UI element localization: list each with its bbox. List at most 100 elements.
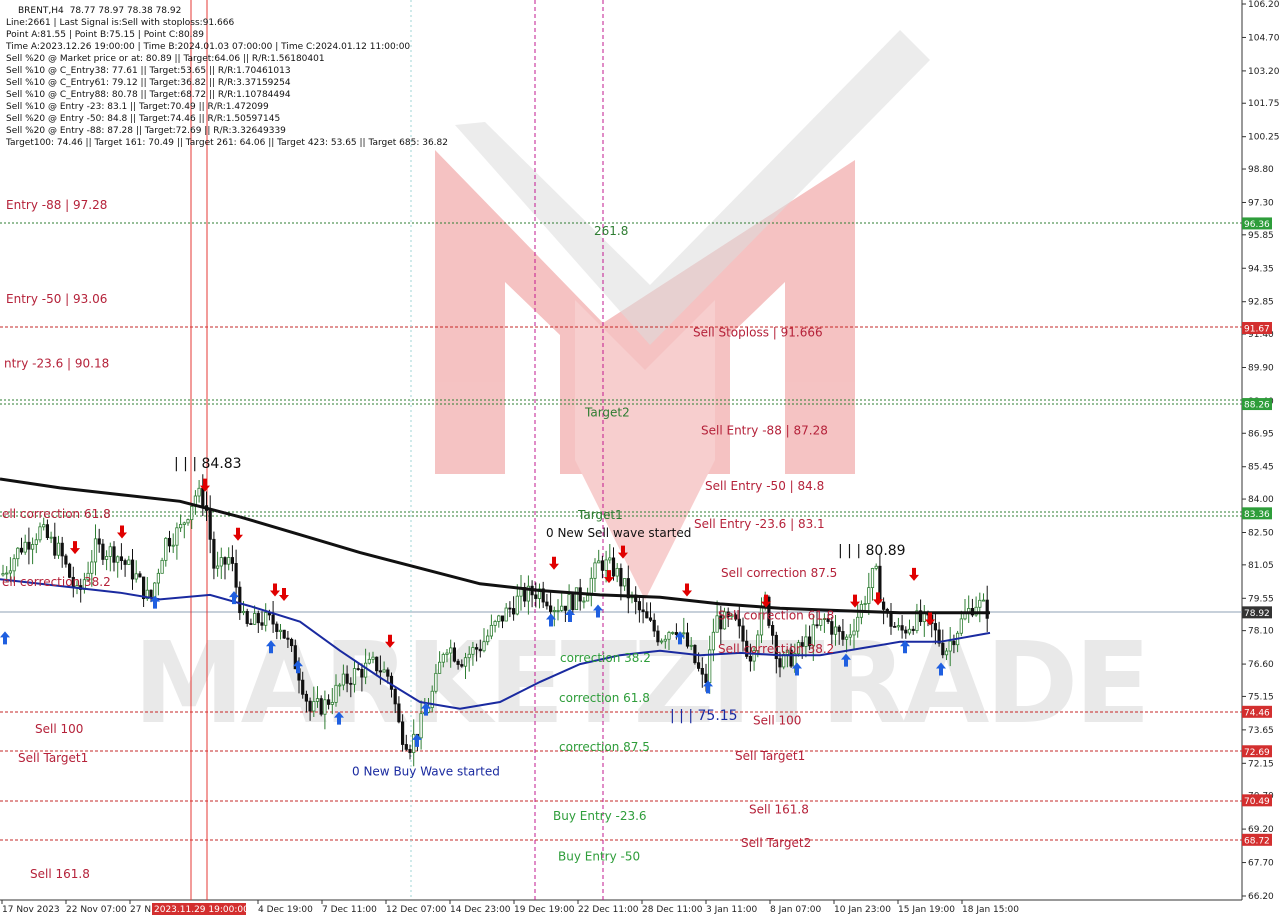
candle-body: [271, 614, 275, 625]
chart-label: Sell correction 87.5: [721, 566, 837, 580]
candle-body: [27, 541, 31, 550]
price-axis[interactable]: 106.20 104.70 103.20 101.75 100.25 98.80 97.30…: [1242, 0, 1280, 902]
candle-body: [260, 622, 264, 626]
price-tick-label: 100.25: [1248, 133, 1280, 143]
candle-body: [534, 594, 538, 599]
candle-body: [330, 701, 334, 705]
time-tick-label: 22 Nov 07:00: [66, 905, 127, 915]
candle-body: [685, 632, 690, 647]
chart-label: Buy Entry -50: [558, 849, 640, 863]
candle-body: [156, 572, 160, 584]
time-tick-label: 22 Dec 11:00: [578, 905, 639, 915]
candle-body: [963, 613, 967, 620]
time-axis[interactable]: 17 Nov 2023 22 Nov 07:00 27 N 4 Dec 19:00 7 …: [1, 900, 1019, 915]
candle-body: [371, 656, 375, 660]
candle-body: [315, 698, 320, 702]
candle-body: [700, 668, 704, 675]
candle-body: [489, 624, 494, 637]
candle-body: [19, 547, 24, 553]
price-tick-label: 86.95: [1248, 429, 1274, 439]
chart-label: Sell correction 61.8: [718, 608, 834, 622]
candle-body: [208, 510, 212, 540]
info-line: Sell %20 @ Market price or at: 80.89 || …: [6, 54, 325, 64]
candle-body: [656, 630, 660, 643]
candle-body: [8, 570, 12, 574]
chart-label: Sell 100: [35, 722, 83, 736]
time-tick-label: 4 Dec 19:00: [258, 905, 313, 915]
candle-body: [119, 556, 123, 561]
candle-body: [504, 607, 508, 622]
candle-body: [319, 698, 323, 715]
candle-body: [778, 658, 782, 668]
candle-body: [60, 542, 64, 557]
candle-body: [275, 623, 279, 632]
candle-body: [497, 615, 501, 622]
info-line: Target100: 74.46 || Target 161: 70.49 ||…: [5, 138, 448, 148]
chart-label: Target2: [584, 406, 630, 420]
price-tick-label: 89.90: [1248, 363, 1274, 373]
candle-body: [38, 526, 42, 541]
candle-body: [582, 600, 586, 603]
candle-body: [197, 487, 201, 497]
chart-label: 261.8: [594, 224, 628, 238]
candle-body: [952, 640, 956, 646]
price-tick-label: 67.70: [1248, 859, 1274, 869]
price-badge-label: 78.92: [1244, 609, 1270, 619]
candle-body: [256, 613, 260, 624]
candle-body: [304, 693, 309, 702]
candle-body: [493, 621, 497, 626]
candle-body: [167, 537, 172, 547]
candle-body: [134, 573, 138, 580]
candle-body: [711, 631, 716, 651]
price-tick-label: 98.80: [1248, 165, 1274, 175]
info-line: Point A:81.55 | Point B:75.15 | Point C:…: [6, 30, 204, 40]
candle-body: [30, 544, 35, 550]
candle-body: [471, 647, 475, 655]
candle-body: [985, 599, 989, 619]
candle-body: [467, 653, 471, 659]
candle-body: [904, 629, 908, 634]
candle-body: [42, 524, 46, 528]
chart-label: Sell correction 38.2: [718, 642, 834, 656]
candle-body: [404, 744, 408, 750]
price-badge-label: 70.49: [1244, 797, 1270, 807]
chart-label: | | | 80.89: [838, 543, 906, 559]
candle-body: [312, 701, 316, 712]
candle-body: [674, 632, 679, 635]
candle-body: [241, 611, 246, 614]
candle-body: [171, 544, 175, 547]
candle-body: [123, 560, 127, 565]
price-tick-label: 101.75: [1248, 99, 1280, 109]
candle-body: [419, 713, 423, 739]
price-badge-label: 88.26: [1244, 401, 1270, 411]
candle-body: [349, 682, 353, 685]
candle-body: [227, 557, 231, 565]
candle-body: [981, 599, 986, 602]
candle-body: [437, 661, 442, 674]
candle-body: [486, 635, 490, 643]
candle-body: [108, 546, 112, 557]
price-chart[interactable]: MARKETZITRADE Entry -88 | 97.28Entry -50…: [0, 0, 1280, 920]
candle-body: [308, 700, 312, 712]
candle-body: [141, 576, 146, 600]
chart-label: 0 New Buy Wave started: [352, 765, 500, 779]
candle-body: [138, 573, 142, 578]
candle-body: [445, 652, 449, 655]
candle-body: [127, 559, 131, 565]
candle-body: [356, 668, 360, 670]
candle-body: [852, 630, 856, 636]
price-tick-label: 92.85: [1248, 298, 1274, 308]
candle-body: [352, 668, 357, 685]
price-tick-label: 85.45: [1248, 463, 1274, 473]
candle-body: [97, 538, 101, 545]
candle-body: [34, 539, 38, 545]
candle-body: [848, 634, 852, 638]
candle-body: [482, 641, 486, 652]
candle-body: [608, 557, 612, 561]
candle-body: [660, 640, 664, 643]
candle-body: [23, 541, 27, 553]
time-highlight-label: 2023.11.29 19:00:00: [154, 905, 249, 915]
chart-label: Sell Target1: [735, 749, 805, 763]
candle-body: [574, 587, 579, 611]
info-line: Sell %10 @ C_Entry61: 79.12 || Target:36…: [6, 78, 291, 88]
